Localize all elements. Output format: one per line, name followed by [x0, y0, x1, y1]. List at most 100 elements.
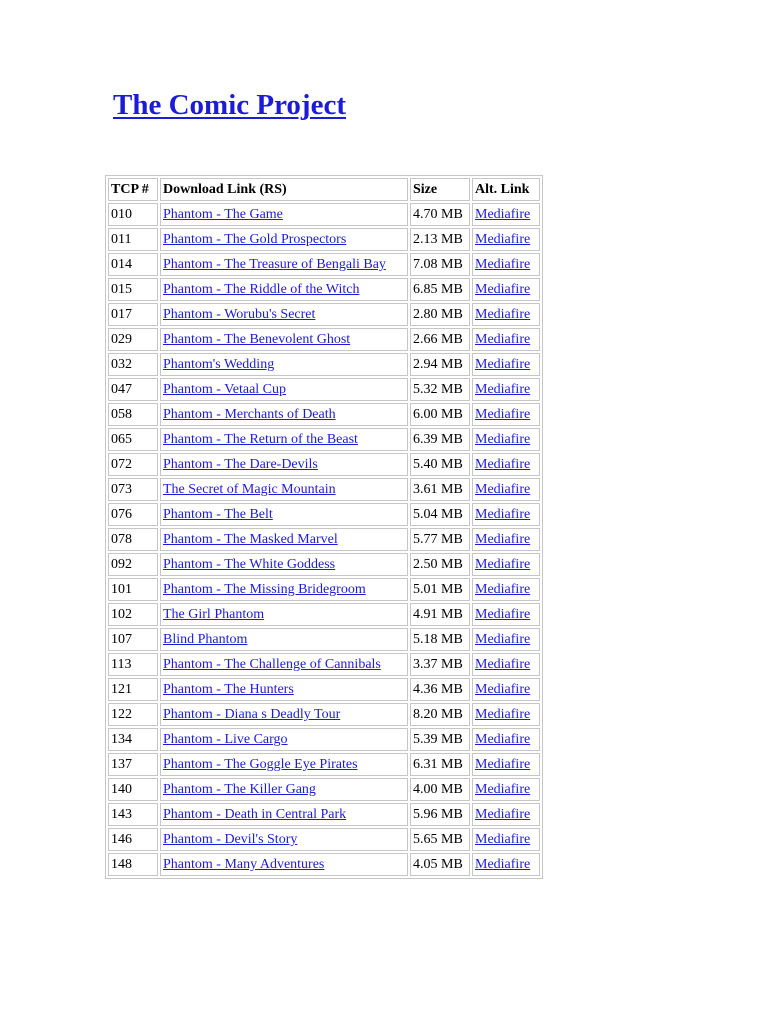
download-link-cell: Phantom - The Belt: [160, 503, 408, 526]
download-link[interactable]: Phantom - The Treasure of Bengali Bay: [163, 257, 386, 272]
tcp-number-cell: 058: [108, 403, 158, 426]
download-link[interactable]: Phantom - Worubu's Secret: [163, 307, 315, 322]
download-link-cell: Phantom - The Benevolent Ghost: [160, 328, 408, 351]
download-link[interactable]: The Secret of Magic Mountain: [163, 482, 336, 497]
mediafire-link[interactable]: Mediafire: [475, 207, 530, 222]
download-link[interactable]: Phantom - Devil's Story: [163, 832, 297, 847]
mediafire-link[interactable]: Mediafire: [475, 257, 530, 272]
download-link[interactable]: Phantom - Diana s Deadly Tour: [163, 707, 340, 722]
mediafire-link[interactable]: Mediafire: [475, 557, 530, 572]
download-link[interactable]: Phantom - Merchants of Death: [163, 407, 336, 422]
download-link[interactable]: Phantom - The Dare-Devils: [163, 457, 318, 472]
file-size-cell: 6.31 MB: [410, 753, 470, 776]
download-link[interactable]: Phantom - Death in Central Park: [163, 807, 346, 822]
mediafire-link[interactable]: Mediafire: [475, 707, 530, 722]
table-body: 010 Phantom - The Game 4.70 MB Mediafire 011…: [108, 203, 540, 876]
table-row: 073 The Secret of Magic Mountain 3.61 MB Me…: [108, 478, 540, 501]
table-row: 143 Phantom - Death in Central Park 5.96 M…: [108, 803, 540, 826]
download-link-cell: Phantom - Diana s Deadly Tour: [160, 703, 408, 726]
table-row: 065 Phantom - The Return of the Beast 6.39…: [108, 428, 540, 451]
page-title[interactable]: The Comic Project: [113, 89, 346, 122]
table-row: 102 The Girl Phantom 4.91 MB Mediafire: [108, 603, 540, 626]
mediafire-link[interactable]: Mediafire: [475, 382, 530, 397]
download-link[interactable]: Phantom - Many Adventures: [163, 857, 324, 872]
mediafire-link[interactable]: Mediafire: [475, 307, 530, 322]
mediafire-link[interactable]: Mediafire: [475, 757, 530, 772]
download-link[interactable]: Phantom - The Missing Bridegroom: [163, 582, 366, 597]
download-link[interactable]: Phantom - The Return of the Beast: [163, 432, 358, 447]
mediafire-link[interactable]: Mediafire: [475, 682, 530, 697]
mediafire-link[interactable]: Mediafire: [475, 607, 530, 622]
download-link-cell: Phantom - The Hunters: [160, 678, 408, 701]
download-link[interactable]: Phantom - The Challenge of Cannibals: [163, 657, 381, 672]
download-link[interactable]: Phantom - The Killer Gang: [163, 782, 316, 797]
mediafire-link[interactable]: Mediafire: [475, 232, 530, 247]
alt-link-cell: Mediafire: [472, 278, 540, 301]
table-row: 072 Phantom - The Dare-Devils 5.40 MB Media…: [108, 453, 540, 476]
download-link[interactable]: Phantom - Vetaal Cup: [163, 382, 286, 397]
table-row: 029 Phantom - The Benevolent Ghost 2.66 MB…: [108, 328, 540, 351]
table-header-row: TCP # Download Link (RS) Size Alt. Link: [108, 178, 540, 201]
mediafire-link[interactable]: Mediafire: [475, 632, 530, 647]
table-row: 092 Phantom - The White Goddess 2.50 MB Med…: [108, 553, 540, 576]
download-link[interactable]: Phantom - The Game: [163, 207, 283, 222]
download-link-cell: Phantom - Many Adventures: [160, 853, 408, 876]
download-link-cell: Phantom - The Killer Gang: [160, 778, 408, 801]
tcp-number-cell: 140: [108, 778, 158, 801]
tcp-number-cell: 014: [108, 253, 158, 276]
download-link[interactable]: Phantom's Wedding: [163, 357, 274, 372]
alt-link-cell: Mediafire: [472, 478, 540, 501]
header-download-link: Download Link (RS): [160, 178, 408, 201]
alt-link-cell: Mediafire: [472, 428, 540, 451]
download-link[interactable]: Phantom - The Hunters: [163, 682, 294, 697]
mediafire-link[interactable]: Mediafire: [475, 457, 530, 472]
download-link[interactable]: Phantom - The Goggle Eye Pirates: [163, 757, 358, 772]
download-link-cell: Phantom - Merchants of Death: [160, 403, 408, 426]
file-size-cell: 3.37 MB: [410, 653, 470, 676]
file-size-cell: 3.61 MB: [410, 478, 470, 501]
alt-link-cell: Mediafire: [472, 603, 540, 626]
mediafire-link[interactable]: Mediafire: [475, 832, 530, 847]
mediafire-link[interactable]: Mediafire: [475, 807, 530, 822]
table-row: 140 Phantom - The Killer Gang 4.00 MB Media…: [108, 778, 540, 801]
mediafire-link[interactable]: Mediafire: [475, 282, 530, 297]
download-link[interactable]: Phantom - The Belt: [163, 507, 273, 522]
mediafire-link[interactable]: Mediafire: [475, 332, 530, 347]
alt-link-cell: Mediafire: [472, 853, 540, 876]
mediafire-link[interactable]: Mediafire: [475, 782, 530, 797]
mediafire-link[interactable]: Mediafire: [475, 532, 530, 547]
mediafire-link[interactable]: Mediafire: [475, 482, 530, 497]
download-link[interactable]: Blind Phantom: [163, 632, 247, 647]
file-size-cell: 6.39 MB: [410, 428, 470, 451]
download-link[interactable]: The Girl Phantom: [163, 607, 264, 622]
mediafire-link[interactable]: Mediafire: [475, 732, 530, 747]
download-link-cell: Phantom - The Return of the Beast: [160, 428, 408, 451]
file-size-cell: 2.66 MB: [410, 328, 470, 351]
mediafire-link[interactable]: Mediafire: [475, 357, 530, 372]
table-row: 058 Phantom - Merchants of Death 6.00 MB Me…: [108, 403, 540, 426]
download-link[interactable]: Phantom - The Riddle of the Witch: [163, 282, 359, 297]
download-link-cell: Phantom - The Goggle Eye Pirates: [160, 753, 408, 776]
download-link[interactable]: Phantom - The White Goddess: [163, 557, 335, 572]
alt-link-cell: Mediafire: [472, 353, 540, 376]
file-size-cell: 5.40 MB: [410, 453, 470, 476]
file-size-cell: 5.65 MB: [410, 828, 470, 851]
tcp-number-cell: 146: [108, 828, 158, 851]
download-link[interactable]: Phantom - The Masked Marvel: [163, 532, 338, 547]
tcp-number-cell: 072: [108, 453, 158, 476]
mediafire-link[interactable]: Mediafire: [475, 432, 530, 447]
mediafire-link[interactable]: Mediafire: [475, 582, 530, 597]
table-row: 078 Phantom - The Masked Marvel 5.77 MB Med…: [108, 528, 540, 551]
tcp-number-cell: 029: [108, 328, 158, 351]
download-link-cell: Phantom's Wedding: [160, 353, 408, 376]
mediafire-link[interactable]: Mediafire: [475, 857, 530, 872]
mediafire-link[interactable]: Mediafire: [475, 407, 530, 422]
download-link[interactable]: Phantom - Live Cargo: [163, 732, 288, 747]
mediafire-link[interactable]: Mediafire: [475, 657, 530, 672]
download-link[interactable]: Phantom - The Benevolent Ghost: [163, 332, 350, 347]
download-link[interactable]: Phantom - The Gold Prospectors: [163, 232, 346, 247]
tcp-number-cell: 073: [108, 478, 158, 501]
alt-link-cell: Mediafire: [472, 553, 540, 576]
file-size-cell: 8.20 MB: [410, 703, 470, 726]
mediafire-link[interactable]: Mediafire: [475, 507, 530, 522]
